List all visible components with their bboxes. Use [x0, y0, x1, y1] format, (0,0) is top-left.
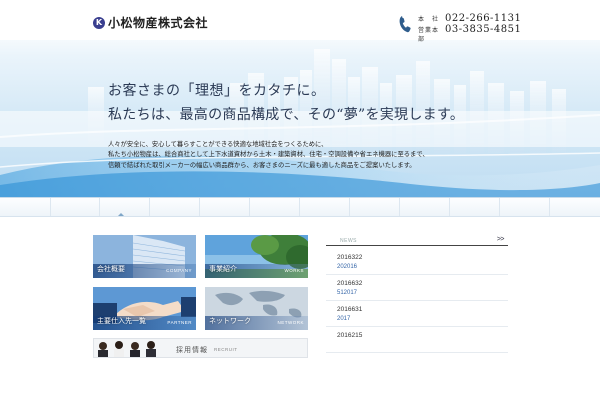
news-item: 2016632 512017 — [326, 275, 508, 301]
recruit-title: 採用情報 — [176, 347, 208, 354]
news-more-link[interactable]: >> — [497, 236, 505, 243]
staff-photo-image — [94, 339, 164, 357]
hero-headline-line1: お客さまの「理想」をカタチに。 — [108, 83, 326, 99]
nav-item-1[interactable] — [50, 198, 100, 216]
news-date: 2016632 — [337, 280, 363, 287]
nav-active-indicator — [118, 213, 124, 216]
news-link[interactable]: 512017 — [337, 290, 508, 296]
news-header: NEWS >> — [326, 235, 508, 246]
site-header: K 小松物産株式会社 本 社 022-266-1131 営業本部 03-3835… — [0, 0, 600, 43]
hero-description-line: 人々が安全に、安心して暮らすことができる快適な地域社会をつくるために、 — [108, 141, 328, 148]
news-title: NEWS — [340, 238, 357, 244]
news-list: 2016322 202016 2016632 512017 2016631 20… — [326, 249, 508, 353]
tile-subtitle: PARTNER — [167, 320, 192, 325]
nav-item-5[interactable] — [250, 198, 300, 216]
hero-headline: お客さまの「理想」をカタチに。 私たちは、最高の商品構成で、その“夢”を実現しま… — [108, 80, 464, 124]
nav-item-9[interactable] — [450, 198, 500, 216]
tile-subtitle: COMPANY — [166, 268, 192, 273]
hero-headline-line2: 私たちは、最高の商品構成で、その“夢”を実現します。 — [108, 107, 465, 123]
news-item: 2016215 — [326, 327, 508, 353]
nav-item-6[interactable] — [300, 198, 350, 216]
tile-title: 事業紹介 — [209, 266, 237, 273]
hero-description-line: 信頼で結ばれた取引メーカーの幅広い商品群から、お客さまのニーズに最も適した商品を… — [108, 161, 416, 169]
contact-row-sales: 営業本部 03-3835-4851 — [418, 24, 521, 43]
news-link[interactable]: 2017 — [337, 316, 508, 322]
phone-number[interactable]: 03-3835-4851 — [445, 24, 521, 35]
nav-item-2[interactable] — [100, 198, 150, 216]
nav-item-7[interactable] — [350, 198, 400, 216]
news-date: 2016215 — [337, 332, 363, 339]
nav-item-4[interactable] — [200, 198, 250, 216]
news-item: 2016631 2017 — [326, 301, 508, 327]
tile-subtitle: NETWORK — [277, 320, 304, 325]
tile-title: 主要仕入先一覧 — [97, 318, 146, 325]
hero-banner: お客さまの「理想」をカタチに。 私たちは、最高の商品構成で、その“夢”を実現しま… — [0, 25, 600, 197]
news-date: 2016631 — [337, 306, 363, 313]
nav-item-3[interactable] — [150, 198, 200, 216]
network-tile[interactable]: ネットワーク NETWORK — [205, 287, 308, 330]
nav-item-10[interactable] — [500, 198, 550, 216]
company-logo[interactable]: K 小松物産株式会社 — [93, 14, 208, 31]
tile-subtitle: WORKS — [284, 268, 304, 273]
phone-number[interactable]: 022-266-1131 — [445, 13, 521, 24]
tile-title: ネットワーク — [209, 318, 251, 325]
contact-row-head-office: 本 社 022-266-1131 — [418, 13, 521, 24]
logo-k-icon: K — [93, 16, 105, 29]
news-link[interactable]: 202016 — [337, 264, 508, 270]
contact-label: 本 社 — [418, 17, 440, 23]
recruit-banner[interactable]: 採用情報 RECRUIT — [93, 338, 308, 358]
company-name: 小松物産株式会社 — [108, 16, 209, 30]
tile-title: 会社概要 — [97, 266, 125, 273]
partner-tile[interactable]: 主要仕入先一覧 PARTNER — [93, 287, 196, 330]
works-tile[interactable]: 事業紹介 WORKS — [205, 235, 308, 278]
nav-item-8[interactable] — [400, 198, 450, 216]
recruit-subtitle: RECRUIT — [214, 347, 238, 352]
global-nav — [0, 197, 600, 217]
phone-icon — [399, 16, 411, 33]
news-item: 2016322 202016 — [326, 249, 508, 275]
news-panel: NEWS >> 2016322 202016 2016632 512017 20… — [326, 235, 508, 355]
contact-info: 本 社 022-266-1131 営業本部 03-3835-4851 — [418, 13, 521, 43]
contact-label: 営業本部 — [418, 28, 440, 43]
hero-description: 人々が安全に、安心して暮らすことができる快適な地域社会をつくるために、 私たち小… — [108, 140, 429, 171]
company-tile[interactable]: 会社概要 COMPANY — [93, 235, 196, 278]
hero-description-line: 私たち小松物産は、総合商社として上下水道資材から土木・建築資材、住宅・空調設備や… — [108, 151, 429, 159]
news-date: 2016322 — [337, 254, 363, 261]
